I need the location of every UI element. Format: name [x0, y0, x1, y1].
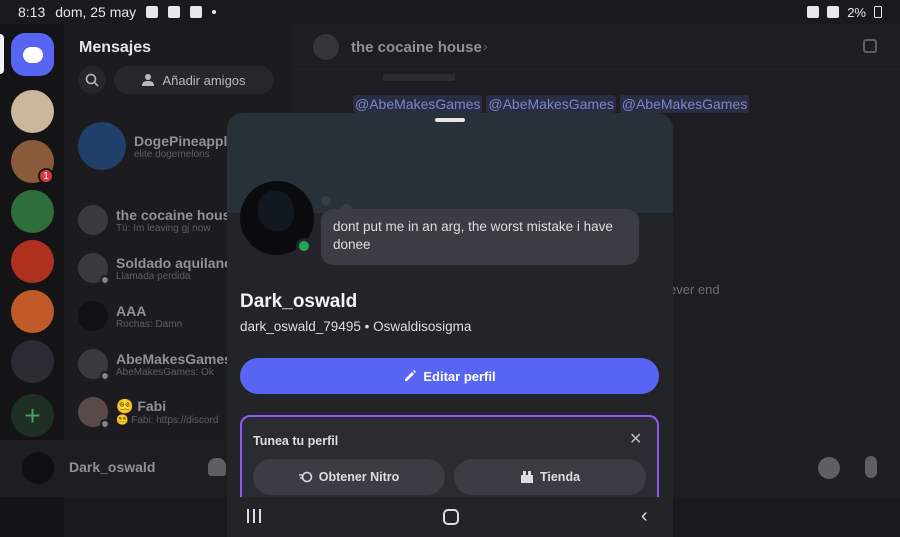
chat-bubble-icon — [22, 46, 43, 63]
avatar — [78, 253, 110, 285]
status-dot — [100, 419, 110, 429]
avatar — [78, 205, 108, 235]
message-fragment: ever end — [669, 282, 720, 297]
online-status-icon — [296, 238, 312, 254]
avatar — [78, 397, 110, 429]
mention[interactable]: @AbeMakesGames — [486, 95, 616, 113]
add-server-button[interactable]: + — [11, 394, 54, 437]
dm-preview: Llamada perdida — [116, 270, 191, 282]
shop-button[interactable]: Tienda — [454, 459, 646, 495]
edit-profile-label: Editar perfil — [423, 368, 496, 384]
direct-messages-button[interactable] — [11, 33, 54, 76]
search-button[interactable] — [78, 66, 106, 94]
battery-icon — [874, 6, 882, 18]
battery-level: 2% — [847, 4, 866, 20]
dm-preview: Tú: Im leaving gj now — [116, 222, 211, 234]
user-name[interactable]: Dark_oswald — [69, 459, 155, 475]
dm-name: AbeMakesGames — [116, 350, 232, 367]
avatar — [78, 349, 110, 381]
thought-bubble-dot — [321, 196, 331, 206]
youtube-icon — [190, 6, 203, 18]
dm-name: Soldado aquilano — [116, 254, 233, 271]
shop-label: Tienda — [539, 470, 581, 484]
status-dot — [100, 371, 110, 381]
mention[interactable]: @AbeMakesGames — [619, 95, 750, 113]
clock: 8:13 — [18, 4, 46, 20]
user-avatar[interactable] — [22, 452, 54, 484]
call-icon[interactable] — [863, 39, 877, 53]
server-icon[interactable] — [11, 290, 54, 333]
edit-profile-button[interactable]: Editar perfil — [240, 358, 659, 394]
selected-indicator — [0, 34, 4, 74]
channel-avatar — [313, 34, 339, 60]
dm-name: AAA — [116, 302, 147, 319]
mute-icon — [807, 6, 820, 18]
dm-name: the cocaine house — [116, 206, 239, 223]
tune-title: Tunea tu perfil — [253, 434, 339, 448]
drag-handle[interactable] — [435, 118, 465, 122]
dm-preview: 😵‍💫 Fabi: https://discord — [116, 415, 219, 426]
more-notifications-dot — [212, 10, 217, 14]
server-icon[interactable] — [11, 90, 54, 133]
chevron-right-icon: › — [483, 38, 488, 54]
home-icon[interactable] — [443, 509, 459, 525]
close-icon[interactable]: ✕ — [629, 429, 642, 449]
unread-badge: 1 — [38, 168, 54, 184]
add-friend-icon — [142, 74, 155, 86]
nitro-icon — [298, 471, 313, 483]
server-icon[interactable] — [11, 190, 54, 233]
back-icon[interactable]: ‹ — [641, 505, 648, 528]
server-icon[interactable] — [11, 340, 54, 383]
dm-preview: Rochas: Damn — [116, 318, 183, 330]
notification-icon-2 — [168, 6, 181, 18]
dm-list-title: Mensajes — [79, 39, 152, 56]
profile-display-name: Dark_oswald — [240, 291, 358, 312]
avatar — [78, 122, 126, 170]
server-icon[interactable] — [11, 240, 54, 283]
wifi-icon — [827, 6, 840, 18]
emoji-icon[interactable] — [818, 457, 840, 479]
status-dot — [100, 275, 110, 285]
dm-name: 😵‍💫 Fabi — [116, 398, 167, 414]
mention[interactable]: @AbeMakesGames — [353, 95, 483, 113]
search-icon — [85, 73, 99, 87]
bell-icon[interactable] — [208, 458, 226, 476]
custom-status-bubble[interactable]: dont put me in an arg, the worst mistake… — [321, 209, 639, 265]
channel-title[interactable]: the cocaine house — [351, 39, 482, 56]
profile-handle: dark_oswald_79495 • Oswaldisosigma — [240, 319, 472, 334]
avatar — [78, 301, 108, 331]
channel-header: the cocaine house › — [291, 24, 900, 70]
status-bar: 8:13 dom, 25 may 2% — [0, 0, 900, 24]
redacted-text — [383, 74, 455, 81]
shop-icon — [520, 470, 533, 483]
pencil-icon — [405, 370, 417, 381]
app-root: 8:13 dom, 25 may 2% 1 + Mensajes Añadir … — [0, 0, 900, 537]
recent-apps-icon[interactable] — [247, 509, 261, 523]
system-nav-bar: ‹ — [227, 497, 673, 537]
date: dom, 25 may — [55, 4, 137, 20]
get-nitro-button[interactable]: Obtener Nitro — [253, 459, 445, 495]
profile-sheet: dont put me in an arg, the worst mistake… — [227, 113, 673, 537]
get-nitro-label: Obtener Nitro — [318, 470, 400, 484]
microphone-icon[interactable] — [865, 456, 877, 478]
mention-line: @AbeMakesGames @AbeMakesGames @AbeMakesG… — [353, 95, 750, 113]
dm-preview: AbeMakesGames: Ok — [116, 366, 214, 378]
add-friends-label: Añadir amigos — [162, 72, 246, 88]
add-friends-button[interactable]: Añadir amigos — [114, 66, 274, 94]
notification-icon — [146, 6, 159, 18]
